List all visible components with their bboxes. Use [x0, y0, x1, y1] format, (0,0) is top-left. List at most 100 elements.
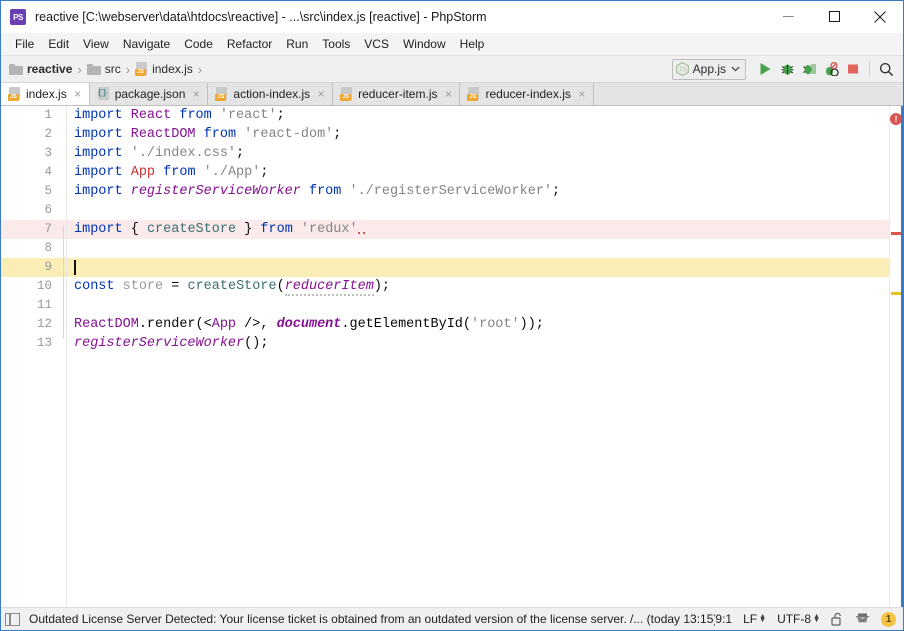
unlocked-padlock-icon [831, 612, 844, 627]
editor-tabs: index.js × package.json × action-index.j… [1, 83, 903, 106]
editor-gutter[interactable]: 1 2 3 4 5 6 7 8 9 10 11 12 13 [1, 106, 67, 607]
code-editor[interactable]: 1 2 3 4 5 6 7 8 9 10 11 12 13 import Rea… [1, 106, 903, 607]
line-number: 12 [36, 317, 52, 331]
line-number: 1 [44, 108, 52, 122]
run-button[interactable] [754, 58, 776, 80]
tab-action-index-js[interactable]: action-index.js × [208, 83, 334, 105]
menu-edit[interactable]: Edit [41, 35, 76, 53]
code-line[interactable]: const store = createStore(reducerItem); [67, 277, 889, 296]
run-configuration-selector[interactable]: JS App.js [671, 58, 746, 80]
menu-tools[interactable]: Tools [315, 35, 357, 53]
maximize-button[interactable] [811, 1, 857, 32]
code-line[interactable] [67, 296, 889, 315]
tab-label: index.js [26, 87, 67, 101]
search-everywhere-button[interactable] [875, 58, 897, 80]
tab-reducer-item-js[interactable]: reducer-item.js × [333, 83, 461, 105]
status-bar-widgets: 9:1 LF ▲ ▼ UTF-8 ▲ ▼ 1 [715, 611, 896, 627]
tab-close-icon[interactable]: × [577, 88, 587, 100]
tab-close-icon[interactable]: × [443, 88, 453, 100]
status-bar: Outdated License Server Detected: Your l… [1, 607, 903, 630]
menu-refactor[interactable]: Refactor [220, 35, 279, 53]
code-line[interactable]: import App from './App'; [67, 163, 889, 182]
code-line-caret[interactable] [67, 258, 889, 277]
code-line[interactable] [67, 201, 889, 220]
window-controls [765, 1, 903, 33]
inspection-widget[interactable] [855, 612, 870, 627]
debug-button[interactable] [776, 58, 798, 80]
menu-view[interactable]: View [76, 35, 116, 53]
main-toolbar: JS App.js [671, 56, 903, 82]
menu-navigate[interactable]: Navigate [116, 35, 177, 53]
breadcrumb-item-index-js[interactable]: index.js [135, 62, 193, 76]
json-file-icon [97, 87, 110, 101]
readonly-toggle-widget[interactable] [831, 612, 844, 627]
line-number: 13 [36, 336, 52, 350]
title-bar: PS reactive [C:\webserver\data\htdocs\re… [1, 1, 903, 33]
tab-label: reducer-item.js [358, 87, 438, 101]
folder-icon [86, 63, 101, 75]
tab-label: action-index.js [233, 87, 311, 101]
stop-debugger-button[interactable] [820, 58, 842, 80]
minimize-button[interactable] [765, 1, 811, 32]
nodejs-icon: JS [675, 62, 689, 76]
encoding-widget[interactable]: UTF-8 ▲ ▼ [777, 612, 820, 626]
tab-close-icon[interactable]: × [316, 88, 326, 100]
close-button[interactable] [857, 1, 903, 32]
folder-icon [9, 63, 23, 75]
breadcrumb-item-src[interactable]: src [86, 62, 121, 76]
run-with-coverage-button[interactable] [798, 58, 820, 80]
updown-arrows-icon: ▲ ▼ [813, 613, 820, 624]
js-file-icon [215, 87, 228, 101]
code-line[interactable]: import React from 'react'; [67, 106, 889, 125]
menu-vcs[interactable]: VCS [357, 35, 396, 53]
menu-file[interactable]: File [8, 35, 41, 53]
line-separator-widget[interactable]: LF ▲ ▼ [743, 612, 766, 626]
js-file-icon [340, 87, 353, 101]
breadcrumb-item-reactive[interactable]: reactive [9, 62, 72, 76]
line-number: 7 [1, 220, 66, 239]
menu-window[interactable]: Window [396, 35, 453, 53]
tab-close-icon[interactable]: × [191, 88, 201, 100]
menu-help[interactable]: Help [453, 35, 492, 53]
line-separator-label: LF [743, 612, 758, 626]
toggle-tool-windows-icon[interactable] [5, 612, 20, 626]
code-line[interactable]: import ReactDOM from 'react-dom'; [67, 125, 889, 144]
encoding-label: UTF-8 [777, 612, 812, 626]
stop-button[interactable] [842, 58, 864, 80]
tab-package-json[interactable]: package.json × [89, 83, 209, 105]
line-number: 10 [36, 279, 52, 293]
fold-region-line [63, 225, 64, 339]
line-number: 4 [44, 165, 52, 179]
breadcrumb-separator: › [77, 61, 82, 77]
tab-close-icon[interactable]: × [73, 88, 83, 100]
error-stripe[interactable]: ! [889, 106, 903, 607]
caret-position-widget[interactable]: 9:1 [715, 612, 732, 626]
code-line[interactable]: import './index.css'; [67, 144, 889, 163]
status-message[interactable]: Outdated License Server Detected: Your l… [29, 612, 715, 626]
breadcrumb-label: src [104, 62, 121, 76]
line-number: 2 [44, 127, 52, 141]
tab-reducer-index-js[interactable]: reducer-index.js × [460, 83, 594, 105]
code-line[interactable]: ReactDOM.render(<App />, document.getEle… [67, 315, 889, 334]
code-line[interactable]: import { createStore } from 'redux' [67, 220, 889, 239]
code-line[interactable] [67, 239, 889, 258]
line-number: 6 [44, 203, 52, 217]
line-number: 5 [44, 184, 52, 198]
scrollbar-track[interactable] [901, 106, 903, 607]
code-text-area[interactable]: import React from 'react'; import ReactD… [67, 106, 889, 607]
toolbar-divider [869, 61, 870, 77]
window-title: reactive [C:\webserver\data\htdocs\react… [35, 10, 487, 24]
line-number: 9 [1, 258, 66, 277]
chevron-down-icon [731, 65, 740, 74]
code-line[interactable]: registerServiceWorker(); [67, 334, 889, 353]
code-line[interactable]: import registerServiceWorker from './reg… [67, 182, 889, 201]
breadcrumb-separator: › [197, 61, 203, 77]
menu-run[interactable]: Run [279, 35, 315, 53]
line-number: 11 [36, 298, 52, 312]
js-file-icon [8, 87, 21, 101]
tab-index-js[interactable]: index.js × [1, 83, 90, 105]
menu-code[interactable]: Code [177, 35, 220, 53]
event-log-badge[interactable]: 1 [881, 611, 896, 627]
line-number: 8 [44, 241, 52, 255]
phpstorm-window: PS reactive [C:\webserver\data\htdocs\re… [0, 0, 904, 631]
